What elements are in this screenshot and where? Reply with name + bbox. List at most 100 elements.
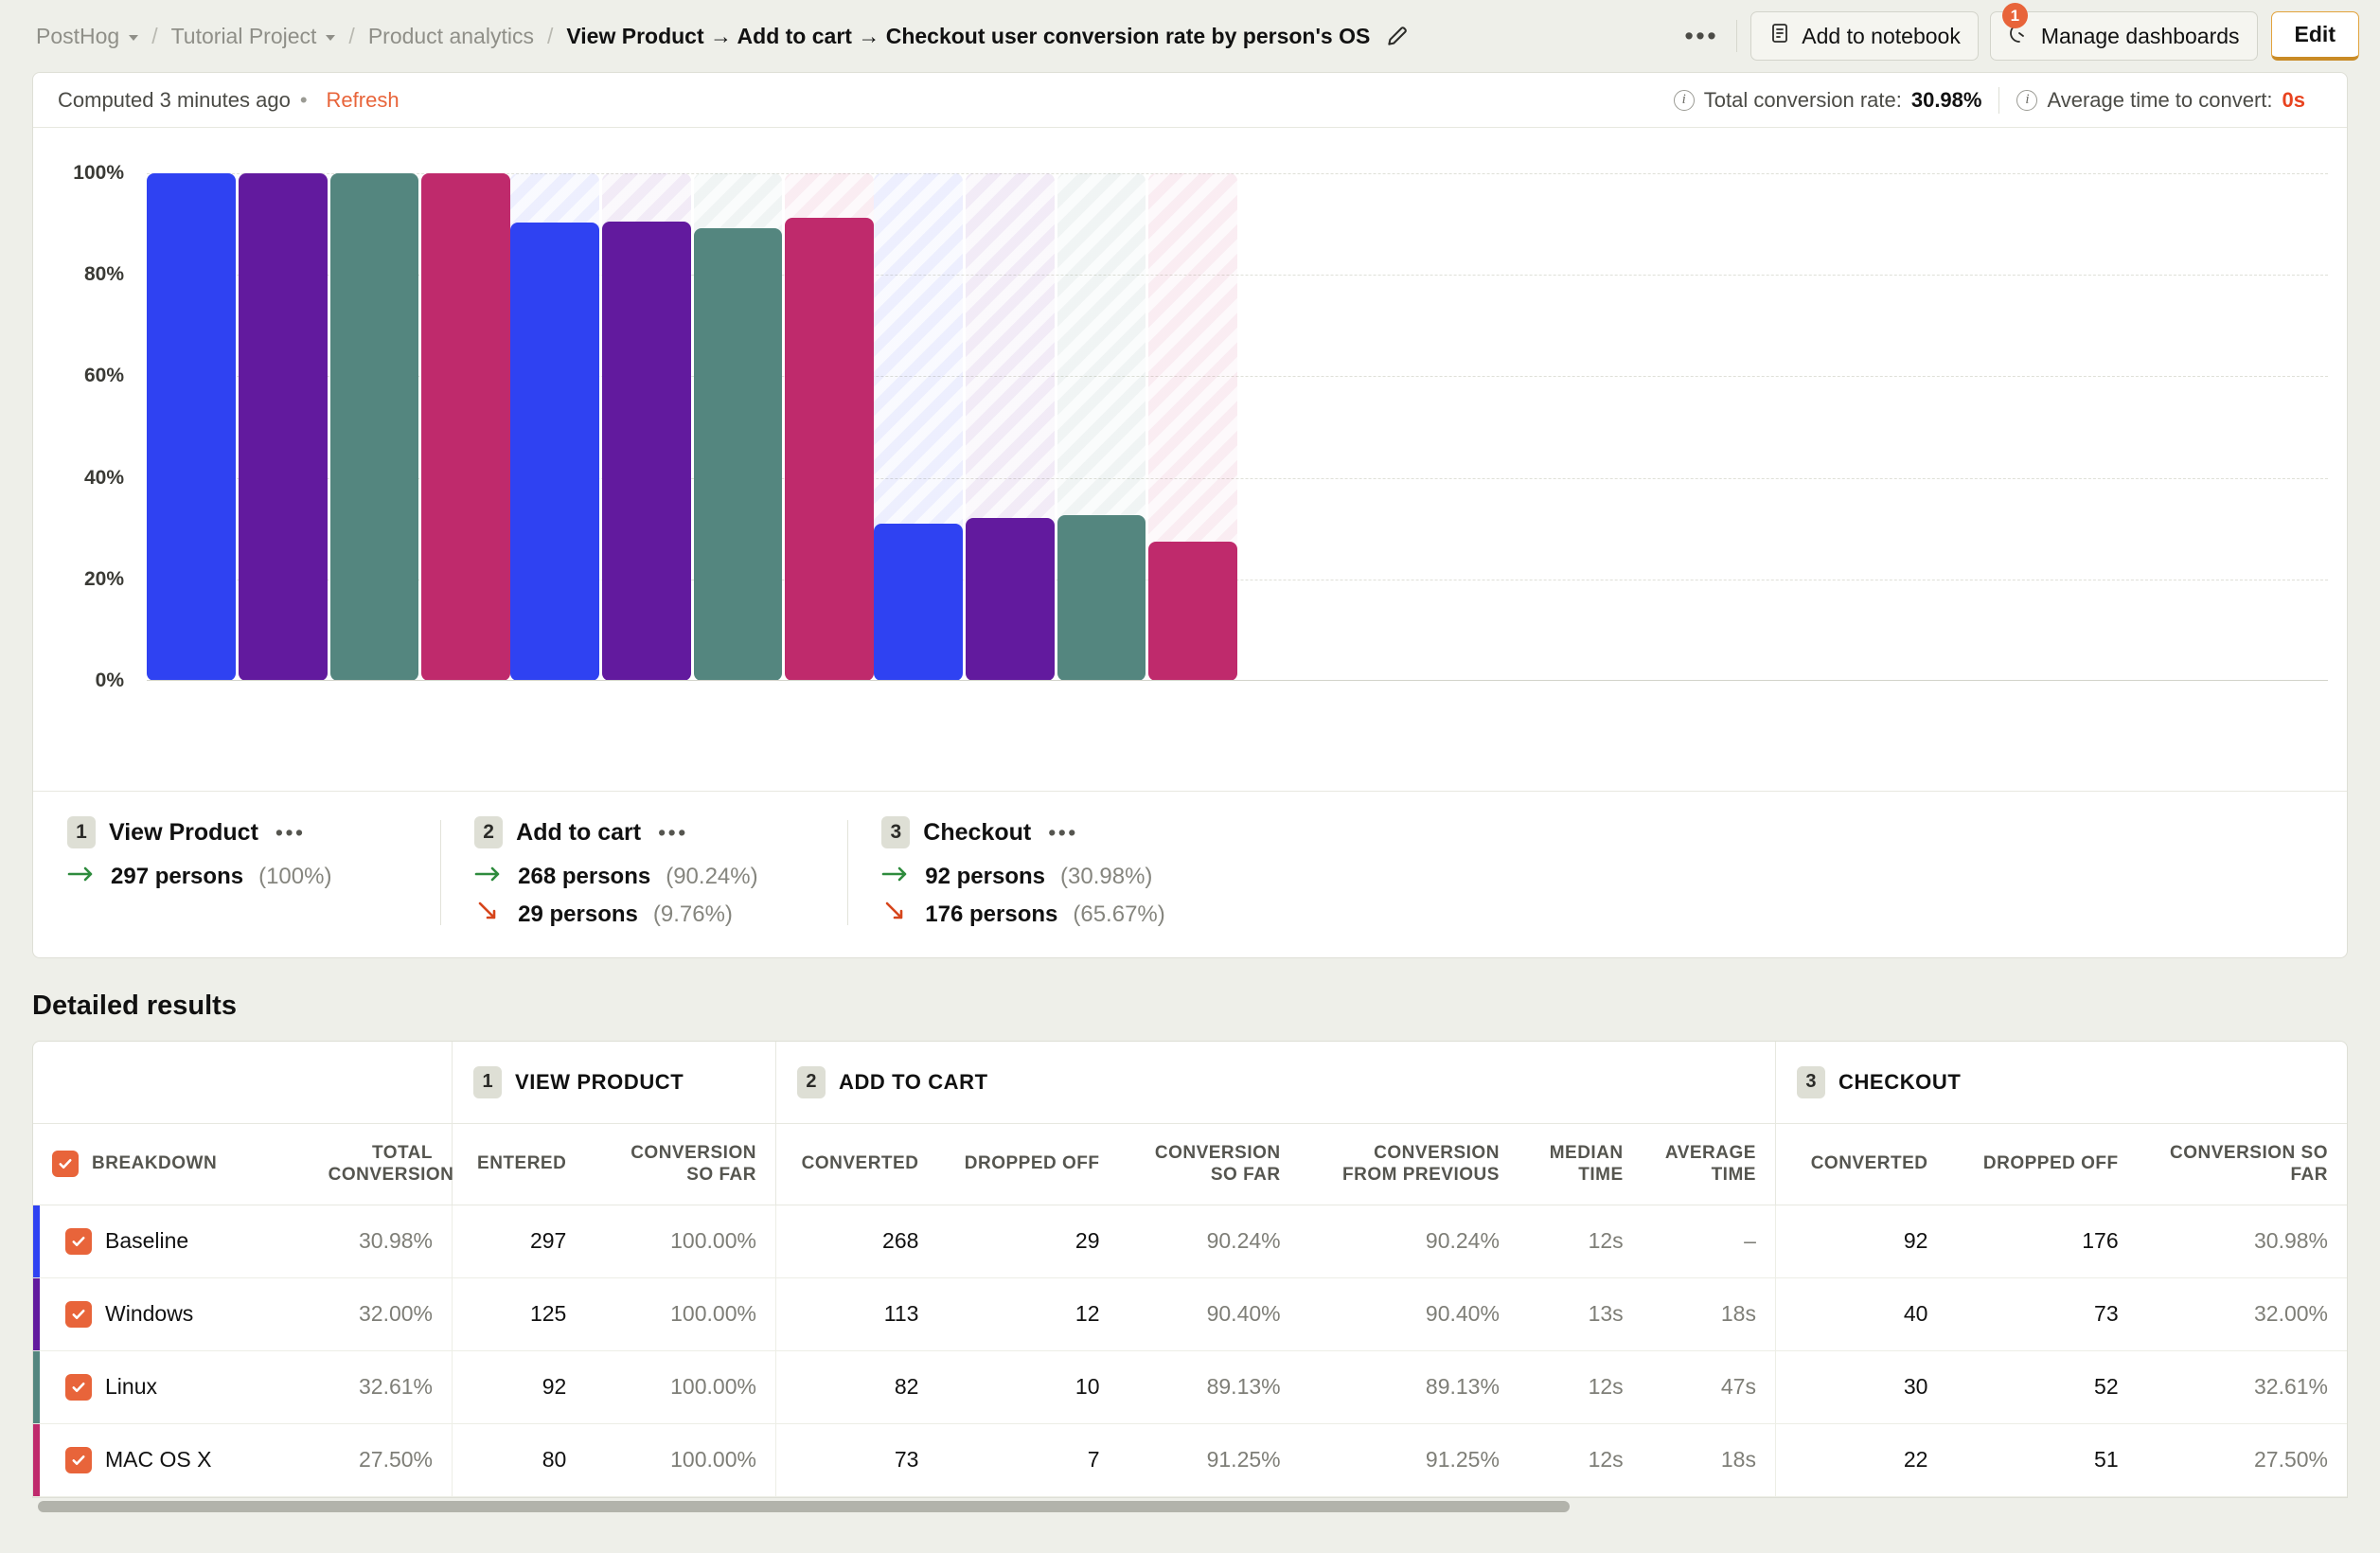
step-more-options[interactable]: ••• xyxy=(658,820,688,846)
manage-dashboards-button[interactable]: 1 Manage dashboards xyxy=(1989,3,2258,61)
cell-dropped-off-2: 10 xyxy=(937,1350,1119,1424)
bar-column[interactable] xyxy=(238,173,328,681)
bar-column[interactable] xyxy=(1148,173,1237,681)
step-dropped-count: 29 persons xyxy=(518,901,638,927)
bar-column[interactable] xyxy=(329,173,419,681)
breadcrumb-item-organization[interactable]: PostHog xyxy=(34,20,140,53)
table-row[interactable]: Windows 32.00% 125 100.00% 113 12 90.40% 90.40%… xyxy=(33,1277,2347,1351)
cell-dropped-off-2: 29 xyxy=(937,1205,1119,1278)
cell-breakdown[interactable]: Baseline xyxy=(33,1205,310,1278)
bar-baseline[interactable] xyxy=(147,173,236,681)
column-header-dropped-off-2[interactable]: DROPPED OFF xyxy=(937,1123,1119,1205)
bar-windows[interactable] xyxy=(238,173,328,681)
top-bar: PostHog / Tutorial Project / Product ana… xyxy=(0,0,2380,72)
add-to-notebook-button[interactable]: Add to notebook xyxy=(1750,11,1979,61)
step-converted-row: 297 persons (100%) xyxy=(67,864,406,890)
y-axis-tick: 0% xyxy=(95,669,124,691)
cell-total-conversion: 32.61% xyxy=(309,1350,453,1424)
manage-dashboards-label: Manage dashboards xyxy=(2040,23,2240,48)
y-axis-tick: 20% xyxy=(83,567,124,590)
step-title: 3 Checkout ••• xyxy=(881,816,1164,848)
cell-converted-2: 268 xyxy=(774,1205,938,1278)
bar-column[interactable] xyxy=(147,173,236,681)
step-converted-pct: (100%) xyxy=(258,864,332,889)
select-all-checkbox[interactable] xyxy=(52,1151,79,1177)
column-header-average-time[interactable]: AVERAGE TIME xyxy=(1642,1123,1776,1205)
chevron-down-icon xyxy=(129,35,139,41)
row-checkbox[interactable] xyxy=(65,1227,92,1255)
cell-conversion-so-far-1: 100.00% xyxy=(585,1423,776,1497)
cell-dropped-off-3: 176 xyxy=(1946,1205,2138,1278)
arrow-right-icon xyxy=(474,864,503,890)
cell-breakdown[interactable]: Windows xyxy=(33,1277,310,1351)
column-header-conversion-from-previous[interactable]: CONVERSION FROM PREVIOUS xyxy=(1299,1123,1519,1205)
step-dropped-pct: (65.67%) xyxy=(1073,901,1165,927)
row-checkbox[interactable] xyxy=(65,1446,92,1473)
column-header-dropped-off-3[interactable]: DROPPED OFF xyxy=(1946,1123,2138,1205)
breadcrumb-project-label: Tutorial Project xyxy=(170,23,317,48)
column-header-breakdown[interactable]: BREAKDOWN xyxy=(33,1123,310,1205)
bar-linux[interactable] xyxy=(693,228,783,681)
cell-conversion-from-previous: 91.25% xyxy=(1299,1423,1519,1497)
bar-mac-os-x[interactable] xyxy=(1148,541,1237,681)
edit-button[interactable]: Edit xyxy=(2270,11,2359,61)
column-header-conversion-so-far-2[interactable]: CONVERSION SO FAR xyxy=(1118,1123,1300,1205)
bar-baseline[interactable] xyxy=(510,223,599,681)
bar-linux[interactable] xyxy=(1057,515,1146,681)
row-checkbox[interactable] xyxy=(65,1300,92,1328)
pencil-icon[interactable] xyxy=(1385,24,1410,48)
bar-linux[interactable] xyxy=(329,173,419,681)
bar-windows[interactable] xyxy=(601,222,691,681)
breadcrumb: PostHog / Tutorial Project / Product ana… xyxy=(34,20,1410,53)
group-number-3: 3 xyxy=(1796,1065,1825,1098)
notebook-icon xyxy=(1768,22,1791,50)
column-header-entered[interactable]: ENTERED xyxy=(452,1123,586,1205)
cell-conversion-so-far-3: 32.00% xyxy=(2137,1277,2347,1351)
bar-column[interactable] xyxy=(1057,173,1146,681)
bar-column[interactable] xyxy=(510,173,599,681)
refresh-link[interactable]: Refresh xyxy=(327,88,400,113)
step-more-options[interactable]: ••• xyxy=(275,820,306,846)
bar-mac-os-x[interactable] xyxy=(785,217,874,681)
average-time-stat: i Average time to convert: 0s xyxy=(1999,88,2322,113)
cell-breakdown[interactable]: Linux xyxy=(33,1350,310,1424)
step-converted-count: 92 persons xyxy=(925,864,1046,889)
table-row[interactable]: Linux 32.61% 92 100.00% 82 10 89.13% 89.13% 12s 4… xyxy=(33,1350,2347,1424)
column-header-converted-3[interactable]: CONVERTED xyxy=(1774,1123,1947,1205)
column-header-conversion-so-far-3[interactable]: CONVERSION SO FAR xyxy=(2137,1123,2347,1205)
table-body: Baseline 30.98% 297 100.00% 268 29 90.24% 90.24… xyxy=(33,1205,2347,1497)
breadcrumb-item-product-analytics[interactable]: Product analytics xyxy=(366,20,536,53)
bar-baseline[interactable] xyxy=(874,523,963,681)
step-converted-pct: (30.98%) xyxy=(1060,864,1153,889)
step-converted-count: 268 persons xyxy=(518,864,651,889)
bar-column[interactable] xyxy=(421,173,510,681)
cell-converted-2: 73 xyxy=(774,1423,938,1497)
column-header-conversion-so-far-1[interactable]: CONVERSION SO FAR xyxy=(585,1123,776,1205)
bar-column[interactable] xyxy=(874,173,963,681)
step-more-options[interactable]: ••• xyxy=(1048,820,1078,846)
column-header-total-conversion[interactable]: TOTAL CONVERSION xyxy=(309,1123,453,1205)
funnel-card: Computed 3 minutes ago • Refresh i Total… xyxy=(32,72,2348,958)
bar-column[interactable] xyxy=(693,173,783,681)
y-axis: 100% 80% 60% 40% 20% 0% xyxy=(33,162,139,691)
cell-breakdown[interactable]: MAC OS X xyxy=(33,1423,310,1497)
bar-column[interactable] xyxy=(785,173,874,681)
more-options-button[interactable]: ••• xyxy=(1679,16,1723,56)
column-header-converted-2[interactable]: CONVERTED xyxy=(774,1123,938,1205)
cell-entered: 80 xyxy=(452,1423,586,1497)
bar-column[interactable] xyxy=(601,173,691,681)
table-row[interactable]: Baseline 30.98% 297 100.00% 268 29 90.24% 90.24… xyxy=(33,1205,2347,1278)
step-dropped-row: 176 persons (65.67%) xyxy=(881,900,1165,929)
table-row[interactable]: MAC OS X 27.50% 80 100.00% 73 7 91.25% 91.25% 12… xyxy=(33,1423,2347,1497)
info-icon[interactable]: i xyxy=(1673,89,1695,111)
bar-mac-os-x[interactable] xyxy=(421,173,510,681)
column-header-median-time[interactable]: MEDIAN TIME xyxy=(1518,1123,1643,1205)
info-icon[interactable]: i xyxy=(2016,89,2038,111)
breadcrumb-item-project[interactable]: Tutorial Project xyxy=(169,20,338,53)
bar-column[interactable] xyxy=(965,173,1055,681)
scrollbar-thumb[interactable] xyxy=(38,1500,1570,1512)
row-checkbox[interactable] xyxy=(65,1373,92,1401)
cell-conversion-so-far-2: 90.40% xyxy=(1118,1277,1300,1351)
bar-windows[interactable] xyxy=(965,518,1055,681)
horizontal-scrollbar[interactable] xyxy=(32,1497,2348,1515)
